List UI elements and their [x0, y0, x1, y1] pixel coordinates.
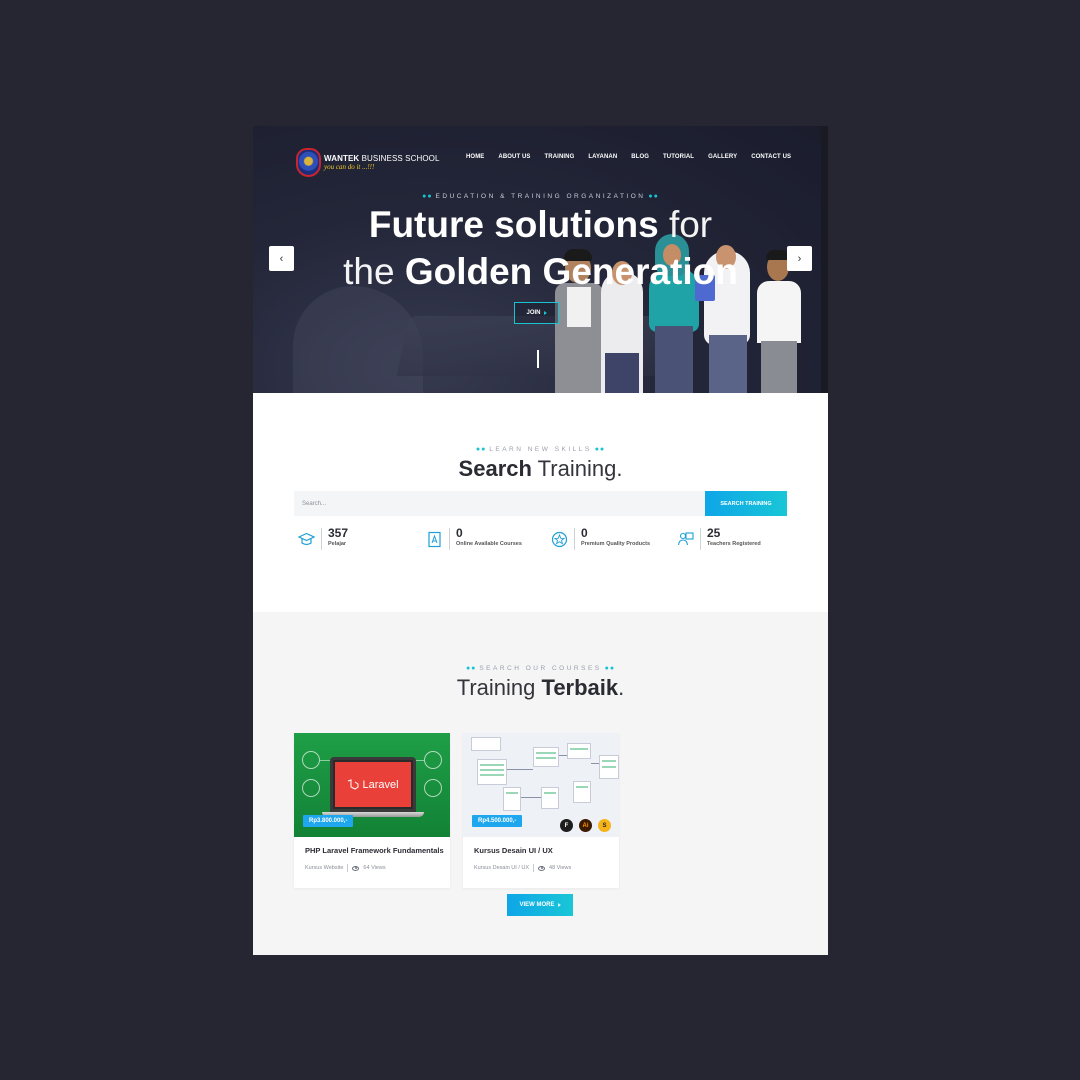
laptop-screen: Laravel — [330, 757, 416, 812]
join-button[interactable]: JOIN — [514, 302, 559, 324]
course-views: 48 Views — [549, 865, 572, 871]
stat-label: Premium Quality Products — [581, 541, 651, 547]
stat-value: 0 — [456, 526, 463, 540]
figma-icon: F — [560, 819, 573, 832]
school-crest-icon — [296, 148, 321, 177]
course-meta: Kursus Desain UI / UX 48 Views — [474, 864, 571, 872]
course-meta: Kursus Website 64 Views — [305, 864, 386, 872]
chevron-left-icon: ‹ — [279, 252, 284, 265]
play-arrow-icon — [543, 311, 547, 315]
nav-training[interactable]: TRAINING — [545, 154, 575, 160]
course-category[interactable]: Kursus Desain UI / UX — [474, 865, 529, 871]
nav-gallery[interactable]: GALLERY — [708, 154, 737, 160]
course-category[interactable]: Kursus Website — [305, 865, 343, 871]
course-views: 64 Views — [363, 865, 386, 871]
nav-blog[interactable]: BLOG — [631, 154, 649, 160]
stats-row: 357 Pelajar 0 Online Available Courses 0 Pr… — [297, 526, 788, 553]
brand-name-rest: BUSINESS SCHOOL — [359, 154, 440, 163]
stat-pelajar: 357 Pelajar — [297, 526, 349, 550]
slider-prev-button[interactable]: ‹ — [269, 246, 294, 271]
stat-value: 357 — [328, 526, 349, 540]
training-search-bar: Search... SEARCH TRAINING — [294, 491, 787, 516]
search-training-button[interactable]: SEARCH TRAINING — [705, 491, 787, 516]
view-more-button[interactable]: VIEW MORE — [507, 894, 573, 916]
sketch-icon: S — [598, 819, 611, 832]
courses-eyebrow: ●● SEARCH OUR COURSES ●● — [465, 665, 616, 672]
stat-value: 0 — [581, 526, 588, 540]
stat-label: Teachers Registered — [707, 541, 761, 547]
nav-contact-us[interactable]: CONTACT US — [751, 154, 791, 160]
nav-home[interactable]: HOME — [466, 154, 484, 160]
graduation-cap-icon — [297, 531, 316, 548]
stat-value: 25 — [707, 526, 721, 540]
arrow-right-icon — [557, 903, 561, 907]
course-price: Rp3.800.000,- — [303, 815, 354, 827]
website-screenshot: WANTEK BUSINESS SCHOOL you can do it ...… — [253, 126, 828, 955]
courses-title: Training Terbaik. — [456, 675, 625, 700]
slider-next-button[interactable]: › — [787, 246, 812, 271]
chevron-right-icon: › — [797, 252, 802, 265]
stat-label: Online Available Courses — [456, 541, 522, 547]
illustrator-icon: Ai — [579, 819, 592, 832]
brand-tagline: you can do it ...!!! — [324, 163, 375, 171]
laravel-logo-icon — [348, 778, 359, 790]
stat-premium-products: 0 Premium Quality Products — [551, 527, 650, 550]
course-price: Rp4.500.000,- — [472, 815, 523, 827]
search-input[interactable]: Search... — [294, 491, 705, 516]
hero-eyebrow: ●● EDUCATION & TRAINING ORGANIZATION ●● — [422, 193, 659, 200]
course-title[interactable]: PHP Laravel Framework Fundamentals — [305, 846, 444, 855]
brand-logo[interactable]: WANTEK BUSINESS SCHOOL you can do it ...… — [296, 148, 440, 177]
stat-online-courses: 0 Online Available Courses — [426, 527, 522, 550]
book-icon — [426, 531, 443, 548]
eye-icon — [538, 865, 546, 871]
eye-icon — [352, 865, 360, 871]
search-eyebrow: ●● LEARN NEW SKILLS ●● — [475, 446, 606, 453]
course-card-laravel[interactable]: Laravel Rp3.800.000,- PHP Laravel Framew… — [294, 733, 450, 888]
course-card-uiux[interactable]: F Ai S Rp4.500.000,- Kursus Desain UI / … — [463, 733, 619, 888]
nav-about-us[interactable]: ABOUT US — [498, 154, 530, 160]
stat-label: Pelajar — [328, 541, 347, 547]
search-title: Search Training. — [458, 456, 623, 481]
stat-teachers: 25 Teachers Registered — [677, 527, 761, 550]
course-title[interactable]: Kursus Desain UI / UX — [474, 846, 553, 855]
scroll-indicator — [537, 350, 539, 368]
teacher-icon — [677, 531, 694, 548]
nav-tutorial[interactable]: TUTORIAL — [663, 154, 694, 160]
hero-slider: WANTEK BUSINESS SCHOOL you can do it ...… — [253, 126, 828, 393]
hero-headline-line2: the Golden Generation — [343, 251, 738, 292]
star-badge-icon — [551, 531, 568, 548]
brand-name: WANTEK — [324, 154, 360, 163]
hero-headline-line1: Future solutions for — [368, 204, 713, 245]
main-nav: HOME ABOUT US TRAINING LAYANAN BLOG TUTO… — [466, 154, 791, 160]
nav-layanan[interactable]: LAYANAN — [588, 154, 617, 160]
